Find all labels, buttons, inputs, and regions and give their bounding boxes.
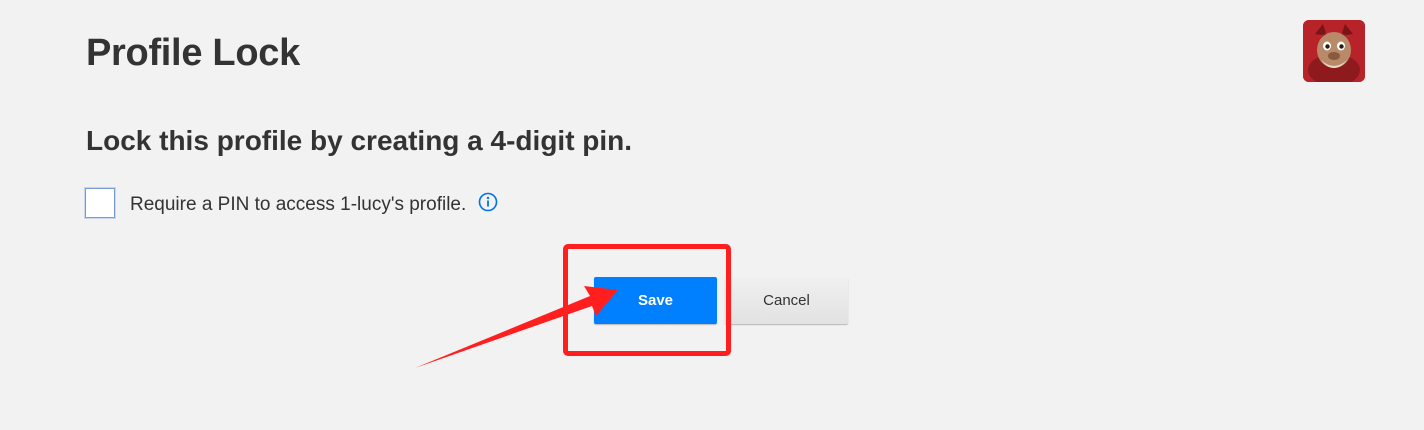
cancel-button[interactable]: Cancel (725, 277, 848, 324)
pin-instructions-heading: Lock this profile by creating a 4-digit … (86, 125, 633, 156)
pin-requirement-row: Require a PIN to access 1-lucy's profile… (85, 186, 498, 220)
red-arrow-pointer (415, 286, 618, 368)
require-pin-checkbox[interactable] (85, 188, 115, 218)
require-pin-label[interactable]: Require a PIN to access 1-lucy's profile… (130, 190, 466, 220)
page-title: Profile Lock (86, 32, 300, 74)
info-circle-icon[interactable] (478, 192, 498, 212)
profile-avatar[interactable] (1303, 20, 1365, 82)
avatar-image (1303, 20, 1365, 82)
save-button[interactable]: Save (594, 277, 717, 324)
